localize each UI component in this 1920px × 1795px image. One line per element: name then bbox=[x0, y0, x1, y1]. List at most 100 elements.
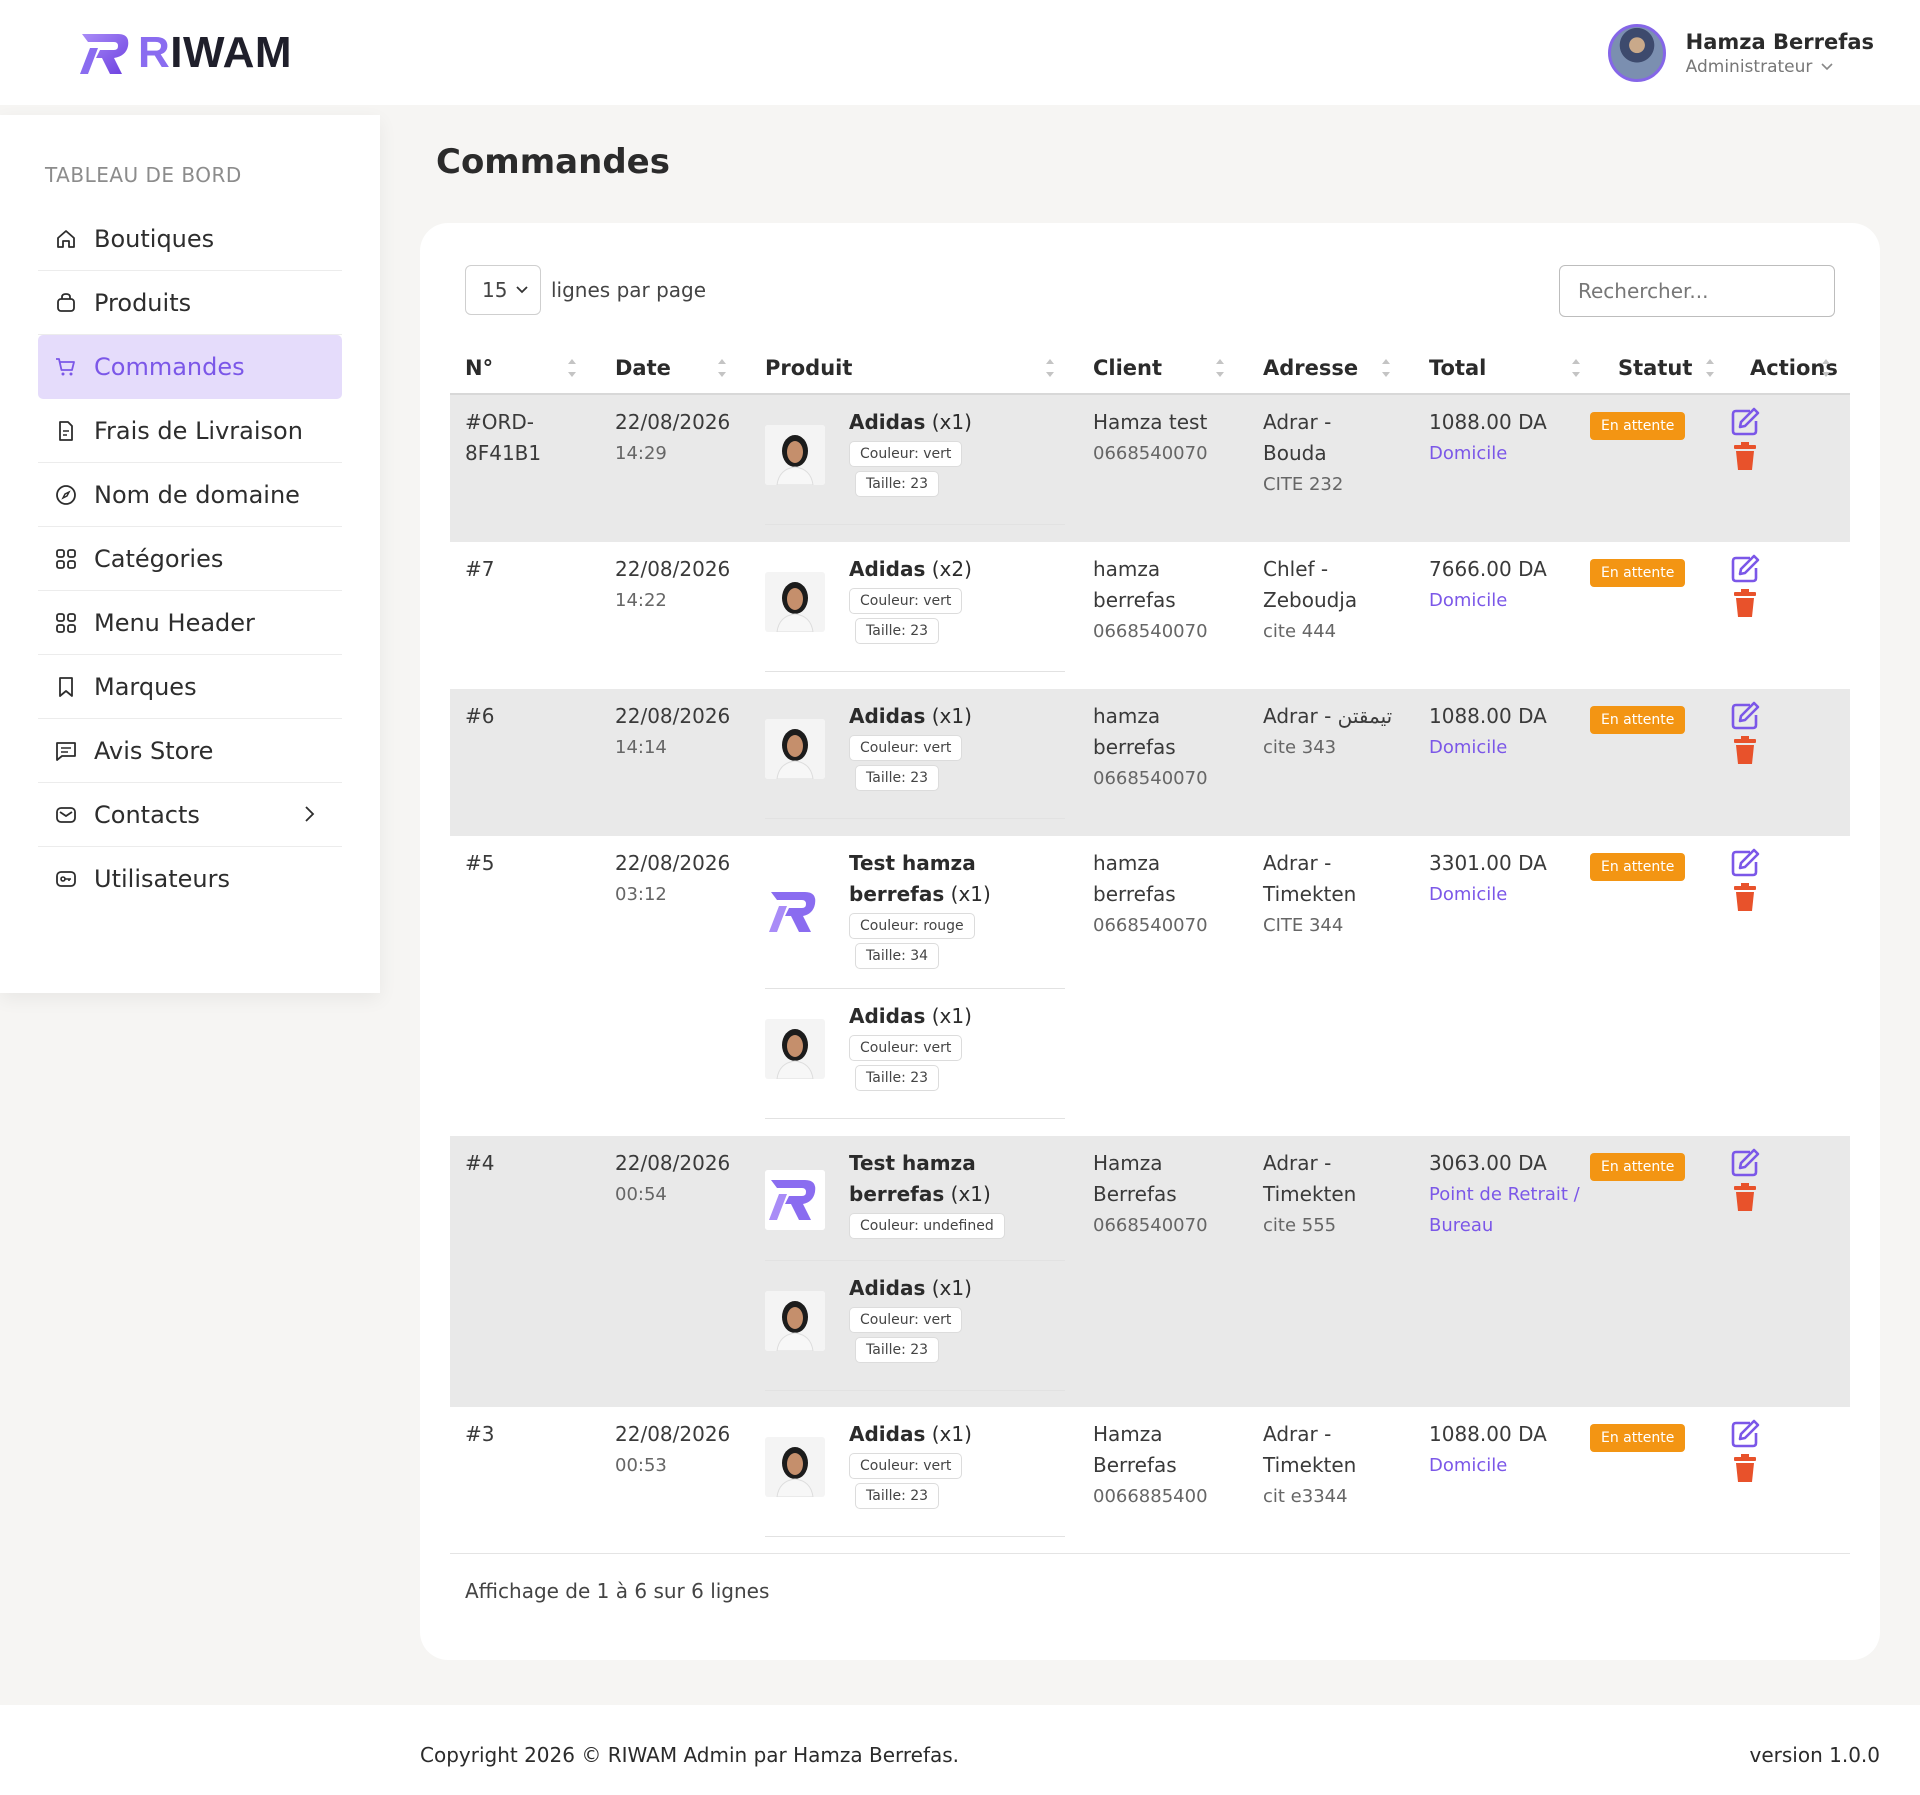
woman-photo-icon bbox=[765, 572, 825, 632]
color-tag: Couleur: vert bbox=[849, 588, 963, 614]
row-actions bbox=[1730, 407, 1762, 471]
brand-logo[interactable]: RIWAM bbox=[80, 28, 292, 78]
sort-icon[interactable] bbox=[1570, 354, 1582, 382]
edit-icon[interactable] bbox=[1730, 554, 1760, 584]
trash-icon[interactable] bbox=[1730, 441, 1760, 471]
chevron-down-icon[interactable] bbox=[1820, 62, 1834, 72]
col-header-total[interactable]: Total bbox=[1429, 341, 1486, 395]
order-total: 1088.00 DA Domicile bbox=[1429, 701, 1547, 763]
size-tag: Taille: 23 bbox=[855, 1065, 940, 1091]
woman-photo-icon bbox=[765, 425, 825, 485]
col-header-date[interactable]: Date bbox=[615, 341, 671, 395]
col-header-produit[interactable]: Produit bbox=[765, 341, 852, 395]
user-menu[interactable]: Hamza Berrefas Administrateur bbox=[1607, 24, 1874, 82]
color-tag: Couleur: undefined bbox=[849, 1213, 1005, 1239]
product-item: Adidas (x1) Couleur: vert Taille: 23 bbox=[765, 407, 1065, 525]
sort-icon[interactable] bbox=[1380, 354, 1392, 382]
rows-per-page-select[interactable]: 15 bbox=[465, 265, 541, 315]
sort-icon[interactable] bbox=[1704, 354, 1716, 382]
delivery-type: Domicile bbox=[1429, 443, 1508, 464]
sidebar-item-frais-de-livraison[interactable]: Frais de Livraison bbox=[38, 399, 342, 463]
color-tag: Couleur: vert bbox=[849, 1307, 963, 1333]
grid-icon bbox=[56, 612, 76, 633]
edit-icon[interactable] bbox=[1730, 1148, 1760, 1178]
sidebar-item-boutiques[interactable]: Boutiques bbox=[38, 207, 342, 271]
address-info: Adrar - Timekten CITE 344 bbox=[1263, 851, 1357, 936]
sidebar-item-avis-store[interactable]: Avis Store bbox=[38, 719, 342, 783]
product-item: Test hamza berrefas (x1) Couleur: rouge … bbox=[765, 848, 1065, 989]
order-total: 1088.00 DA Domicile bbox=[1429, 1419, 1547, 1481]
table-header: N° Date Produit Client Adresse Total Sta… bbox=[450, 341, 1850, 395]
product-item: Adidas (x1) Couleur: vert Taille: 23 bbox=[765, 1001, 1065, 1119]
edit-icon[interactable] bbox=[1730, 407, 1760, 437]
status-badge: En attente bbox=[1590, 559, 1686, 587]
col-header-number[interactable]: N° bbox=[465, 341, 493, 395]
sidebar-item-utilisateurs[interactable]: Utilisateurs bbox=[38, 847, 342, 911]
sort-icon[interactable] bbox=[716, 354, 728, 382]
search-input[interactable] bbox=[1559, 265, 1835, 317]
color-tag: Couleur: vert bbox=[849, 1035, 963, 1061]
product-options: Couleur: vert Taille: 23 bbox=[849, 1453, 963, 1509]
address-info: Adrar - Bouda CITE 232 bbox=[1263, 410, 1344, 495]
sort-icon[interactable] bbox=[1214, 354, 1226, 382]
sidebar-item-marques[interactable]: Marques bbox=[38, 655, 342, 719]
sort-icon[interactable] bbox=[1044, 354, 1056, 382]
status-badge: En attente bbox=[1590, 1424, 1686, 1452]
sidebar-item-produits[interactable]: Produits bbox=[38, 271, 342, 335]
color-tag: Couleur: rouge bbox=[849, 913, 975, 939]
product-name: Adidas (x1) bbox=[849, 1276, 972, 1300]
chevron-right-icon[interactable] bbox=[298, 803, 320, 825]
status-badge: En attente bbox=[1590, 412, 1686, 440]
client-info: hamza berrefas 0668540070 bbox=[1093, 557, 1208, 642]
status-badge: En attente bbox=[1590, 1153, 1686, 1181]
order-total: 3301.00 DA Domicile bbox=[1429, 848, 1547, 910]
edit-icon[interactable] bbox=[1730, 848, 1760, 878]
sort-icon[interactable] bbox=[1820, 354, 1832, 382]
address-info: Adrar - تيمقتن cite 343 bbox=[1263, 704, 1393, 758]
edit-icon[interactable] bbox=[1730, 1419, 1760, 1449]
table-row: #5 22/08/2026 03:12 Test hamza berrefas (… bbox=[450, 836, 1850, 1136]
riwam-logo-icon bbox=[765, 1170, 825, 1230]
sidebar-item-label: Utilisateurs bbox=[94, 865, 230, 893]
sidebar-item-label: Marques bbox=[94, 672, 197, 701]
product-name: Adidas (x1) bbox=[849, 704, 972, 728]
edit-icon[interactable] bbox=[1730, 701, 1760, 731]
delivery-type: Domicile bbox=[1429, 1455, 1508, 1476]
product-name: Adidas (x1) bbox=[849, 410, 972, 434]
sidebar-item-menu-header[interactable]: Menu Header bbox=[38, 591, 342, 655]
order-number[interactable]: #3 bbox=[465, 1419, 494, 1450]
key-icon bbox=[56, 871, 76, 887]
product-image bbox=[765, 1291, 825, 1351]
cart-icon bbox=[56, 357, 75, 375]
product-item: Adidas (x1) Couleur: vert Taille: 23 bbox=[765, 1419, 1065, 1537]
col-header-statut[interactable]: Statut bbox=[1618, 341, 1692, 395]
col-header-adresse[interactable]: Adresse bbox=[1263, 341, 1358, 395]
order-number[interactable]: #5 bbox=[465, 848, 494, 879]
sidebar-item-contacts[interactable]: Contacts bbox=[38, 783, 342, 847]
trash-icon[interactable] bbox=[1730, 1453, 1760, 1483]
trash-icon[interactable] bbox=[1730, 588, 1760, 618]
table-row: #6 22/08/2026 14:14 Adidas (x1) Couleur: … bbox=[450, 689, 1850, 836]
avatar[interactable] bbox=[1607, 24, 1666, 82]
order-number[interactable]: #6 bbox=[465, 701, 494, 732]
color-tag: Couleur: vert bbox=[849, 1453, 963, 1479]
sidebar-item-nom-de-domaine[interactable]: Nom de domaine bbox=[38, 463, 342, 527]
order-number[interactable]: #7 bbox=[465, 554, 494, 585]
sidebar-item-commandes[interactable]: Commandes bbox=[38, 335, 342, 399]
order-total: 7666.00 DA Domicile bbox=[1429, 554, 1547, 616]
delivery-type: Domicile bbox=[1429, 590, 1508, 611]
product-options: Couleur: rouge Taille: 34 bbox=[849, 913, 975, 969]
order-number[interactable]: #4 bbox=[465, 1148, 494, 1179]
product-name: Test hamza berrefas (x1) bbox=[849, 1151, 991, 1206]
trash-icon[interactable] bbox=[1730, 882, 1760, 912]
col-header-client[interactable]: Client bbox=[1093, 341, 1162, 395]
product-item: Adidas (x2) Couleur: vert Taille: 23 bbox=[765, 554, 1065, 672]
size-tag: Taille: 23 bbox=[855, 618, 940, 644]
trash-icon[interactable] bbox=[1730, 1182, 1760, 1212]
client-info: Hamza Berrefas 0066885400 bbox=[1093, 1422, 1208, 1507]
order-total: 1088.00 DA Domicile bbox=[1429, 407, 1547, 469]
sidebar-item-categories[interactable]: Catégories bbox=[38, 527, 342, 591]
sort-icon[interactable] bbox=[566, 354, 578, 382]
order-number[interactable]: #ORD- 8F41B1 bbox=[465, 407, 541, 469]
trash-icon[interactable] bbox=[1730, 735, 1760, 765]
